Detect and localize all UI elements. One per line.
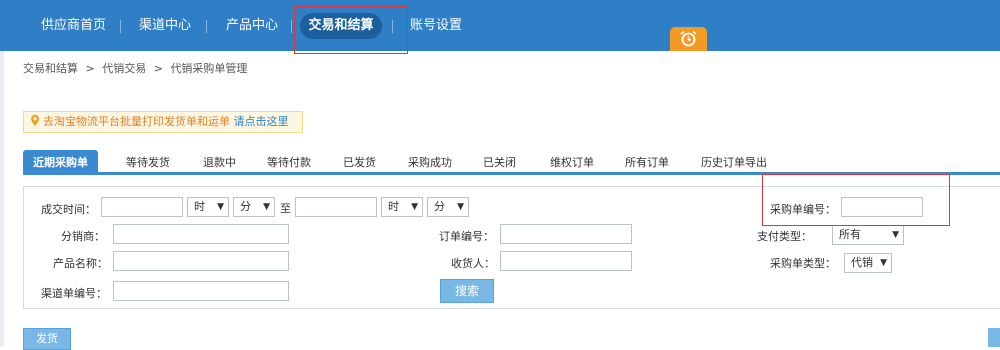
breadcrumb: 交易和结算 > 代销交易 > 代销采购单管理 <box>23 60 251 76</box>
nav-item-account-settings[interactable]: 账号设置 <box>410 0 462 51</box>
nav-item-supplier-home[interactable]: 供应商首页 <box>41 0 106 51</box>
order-no-label: 订单编号： <box>439 230 494 243</box>
purchase-type-label: 采购单类型： <box>770 257 836 270</box>
search-panel: 成交时间： 时 ▼ 分 ▼ 至 时 ▼ 分 ▼ 采购单编号： 分销商： 订单编号： 支付… <box>23 186 1000 309</box>
chevron-down-icon: ▼ <box>217 202 224 212</box>
notice-link[interactable]: 请点击这里 <box>234 115 289 128</box>
breadcrumb-separator: > <box>153 62 163 75</box>
chevron-down-icon: ▼ <box>411 202 418 212</box>
end-minute-select[interactable]: 分 ▼ <box>427 197 469 217</box>
nav-separator <box>206 20 207 33</box>
search-button[interactable]: 搜索 <box>440 279 494 303</box>
nav-item-trade-settlement[interactable]: 交易和结算 <box>300 13 382 39</box>
deal-time-start-input[interactable] <box>101 197 183 217</box>
order-no-input[interactable] <box>500 224 632 244</box>
notice-text: 去淘宝物流平台批量打印发货单和运单 <box>43 115 230 128</box>
nav-item-product-center[interactable]: 产品中心 <box>226 0 278 51</box>
channel-order-input[interactable] <box>113 281 289 301</box>
tab-history-export[interactable]: 历史订单导出 <box>701 152 767 174</box>
pay-type-select[interactable]: 所有 ▼ <box>832 225 904 245</box>
left-edge-strip <box>0 51 4 347</box>
end-minute-value: 分 <box>434 200 445 213</box>
end-hour-select[interactable]: 时 ▼ <box>381 197 423 217</box>
start-minute-value: 分 <box>240 200 251 213</box>
purchase-type-select[interactable]: 代销 ▼ <box>844 253 892 273</box>
breadcrumb-trade-settlement[interactable]: 交易和结算 <box>23 62 78 75</box>
purchase-type-value: 代销 <box>851 256 873 269</box>
nav-separator <box>120 20 121 33</box>
pay-type-value: 所有 <box>839 228 861 241</box>
tab-all-orders[interactable]: 所有订单 <box>625 152 669 174</box>
right-edge-button[interactable] <box>988 328 1000 347</box>
nav-item-channel-center[interactable]: 渠道中心 <box>139 0 191 51</box>
breadcrumb-separator: > <box>85 62 95 75</box>
distributor-input[interactable] <box>113 224 289 244</box>
alarm-clock-icon <box>680 30 697 47</box>
tab-dispute-orders[interactable]: 维权订单 <box>550 152 594 174</box>
chevron-down-icon: ▼ <box>263 202 270 212</box>
tab-refunding[interactable]: 退款中 <box>203 152 236 174</box>
tab-purchase-success[interactable]: 采购成功 <box>408 152 452 174</box>
product-name-label: 产品名称： <box>53 257 108 270</box>
start-hour-select[interactable]: 时 ▼ <box>187 197 229 217</box>
chevron-down-icon: ▼ <box>457 202 464 212</box>
tab-awaiting-shipment[interactable]: 等待发货 <box>126 152 170 174</box>
print-notice-bar: 去淘宝物流平台批量打印发货单和运单 请点击这里 <box>23 111 303 133</box>
deal-time-label: 成交时间： <box>41 203 96 216</box>
start-minute-select[interactable]: 分 ▼ <box>233 197 275 217</box>
purchase-no-label: 采购单编号： <box>770 203 836 216</box>
location-pin-icon <box>31 114 39 126</box>
tab-shipped[interactable]: 已发货 <box>343 152 376 174</box>
breadcrumb-consignment-trade[interactable]: 代销交易 <box>102 62 146 75</box>
breadcrumb-current-page: 代销采购单管理 <box>170 62 248 75</box>
channel-order-label: 渠道单编号： <box>41 287 107 300</box>
tab-awaiting-payment[interactable]: 等待付款 <box>267 152 311 174</box>
nav-separator <box>392 20 393 33</box>
chevron-down-icon: ▼ <box>880 258 887 268</box>
tab-recent-orders[interactable]: 近期采购单 <box>23 150 98 175</box>
nav-separator <box>291 20 292 33</box>
product-name-input[interactable] <box>113 251 289 271</box>
deal-time-end-input[interactable] <box>295 197 377 217</box>
receiver-input[interactable] <box>500 251 632 271</box>
distributor-label: 分销商： <box>61 230 105 243</box>
end-hour-value: 时 <box>388 200 399 213</box>
receiver-label: 收货人： <box>451 257 495 270</box>
alarm-button[interactable] <box>670 27 707 51</box>
purchase-no-input[interactable] <box>841 197 923 217</box>
start-hour-value: 时 <box>194 200 205 213</box>
pay-type-label: 支付类型： <box>757 230 812 243</box>
tab-closed[interactable]: 已关闭 <box>483 152 516 174</box>
chevron-down-icon: ▼ <box>892 230 899 240</box>
order-tabs: 近期采购单 等待发货 退款中 等待付款 已发货 采购成功 已关闭 维权订单 所有… <box>23 150 1000 175</box>
to-label: 至 <box>280 202 291 215</box>
top-nav: 供应商首页 渠道中心 产品中心 交易和结算 账号设置 <box>0 0 1000 51</box>
